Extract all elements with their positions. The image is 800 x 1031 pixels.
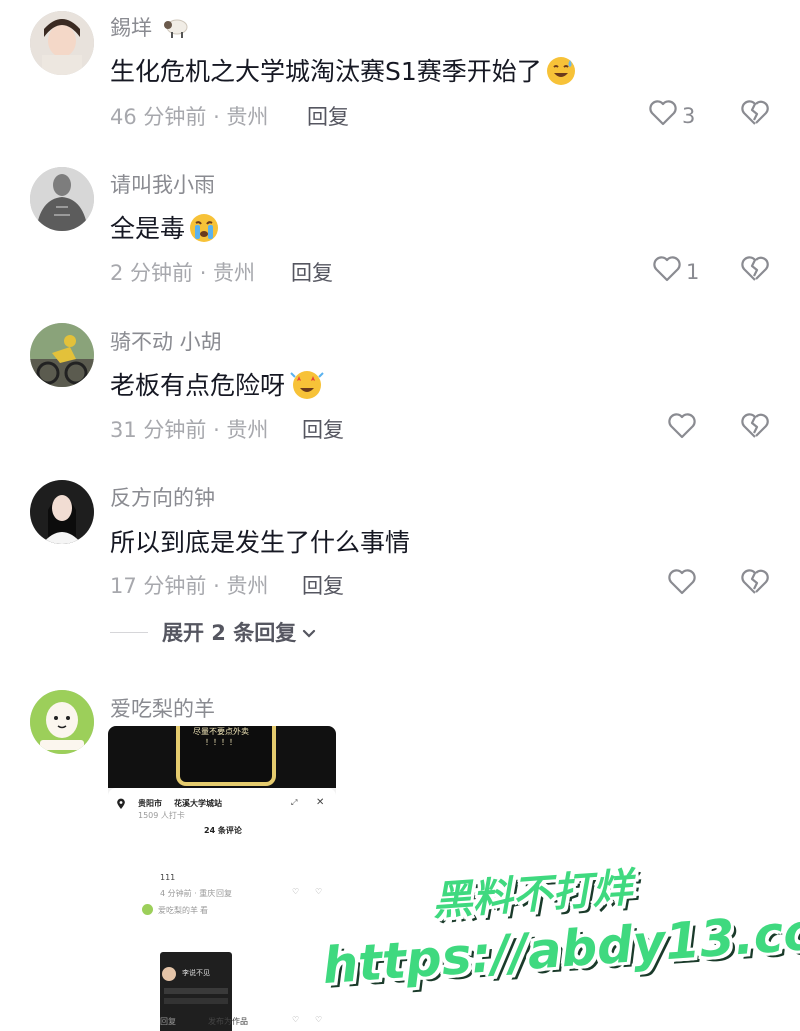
dislike-button[interactable] bbox=[740, 100, 770, 130]
comment-text: 所以到底是发生了什么事情 bbox=[110, 528, 411, 557]
comment-image[interactable]: 尽量不要点外卖 ！！！！ 贵阳市 花溪大学城站 1509 人打卡 ⤢ ✕ 24 … bbox=[108, 726, 336, 1031]
avatar[interactable] bbox=[30, 323, 94, 387]
avatar[interactable] bbox=[30, 11, 94, 75]
heart-icon bbox=[648, 100, 678, 131]
watermark-title: 黑料不打烊 bbox=[430, 865, 634, 925]
broken-heart-icon: ♡ bbox=[315, 1015, 323, 1024]
star-struck-icon bbox=[289, 367, 325, 403]
avatar[interactable] bbox=[30, 690, 94, 754]
comment-username[interactable]: 反方向的钟 bbox=[110, 482, 215, 512]
crying-icon bbox=[189, 213, 219, 243]
comment-meta: 2 分钟前 · 贵州 bbox=[110, 261, 256, 285]
comments-count: 24 条评论 bbox=[204, 826, 242, 835]
heart-icon bbox=[667, 413, 697, 444]
broken-heart-icon bbox=[740, 100, 770, 130]
comment-meta: 31 分钟前 · 贵州 bbox=[110, 418, 269, 442]
reply-button[interactable]: 回复 bbox=[307, 101, 349, 131]
reply-meta: 4 分钟前 · 重庆 bbox=[160, 889, 216, 898]
avatar[interactable] bbox=[30, 167, 94, 231]
location-place: 花溪大学城站 bbox=[174, 799, 222, 808]
expand-replies-button[interactable]: 展开 2 条回复 bbox=[110, 617, 316, 647]
comment-username[interactable]: 骑不动 小胡 bbox=[110, 326, 222, 356]
like-button[interactable] bbox=[667, 569, 701, 600]
expand-icon[interactable]: ⤢ bbox=[291, 798, 297, 808]
reply-button[interactable]: 回复 bbox=[291, 257, 333, 287]
reply-button[interactable]: 回复 bbox=[302, 570, 344, 600]
chevron-down-icon bbox=[302, 620, 316, 644]
comment-username[interactable]: 錫垟 bbox=[110, 12, 189, 42]
heart-icon: ♡ bbox=[292, 1015, 300, 1024]
dislike-button[interactable] bbox=[740, 569, 770, 599]
broken-heart-icon bbox=[740, 569, 770, 599]
close-icon[interactable]: ✕ bbox=[316, 797, 324, 808]
like-count: 3 bbox=[682, 103, 696, 128]
broken-heart-icon: ♡ bbox=[315, 887, 323, 896]
dislike-button[interactable] bbox=[740, 413, 770, 443]
location-city: 贵阳市 bbox=[138, 799, 162, 808]
avatar[interactable] bbox=[30, 480, 94, 544]
like-count: 1 bbox=[686, 259, 700, 284]
location-icon bbox=[116, 798, 126, 812]
avatar bbox=[142, 904, 153, 917]
divider bbox=[110, 631, 148, 633]
expand-replies-label: 展开 2 条回复 bbox=[162, 621, 297, 645]
footer-publish: 发布为作品 bbox=[208, 1017, 248, 1026]
sweat-smile-icon bbox=[546, 56, 576, 86]
comment-meta: 17 分钟前 · 贵州 bbox=[110, 574, 269, 598]
broken-heart-icon bbox=[740, 413, 770, 443]
nested-tag: 看 bbox=[200, 906, 208, 915]
comment-panel-screenshot: 贵阳市 花溪大学城站 1509 人打卡 ⤢ ✕ 24 条评论 111 4 分钟前… bbox=[108, 788, 336, 1031]
video-caption: 尽量不要点外卖 ！！！！ bbox=[193, 727, 249, 747]
checkins: 1509 人打卡 bbox=[138, 811, 185, 820]
like-button[interactable]: 1 bbox=[652, 256, 699, 287]
heart-icon: ♡ bbox=[292, 887, 300, 896]
comment-username[interactable]: 请叫我小雨 bbox=[110, 169, 215, 199]
reply-text: 111 bbox=[160, 873, 176, 882]
reply-button: 回复 bbox=[216, 889, 232, 898]
nested-username: 爱吃梨的羊 bbox=[158, 906, 198, 915]
like-button[interactable]: 3 bbox=[648, 100, 695, 131]
footer-reply: 回复 bbox=[160, 1017, 176, 1026]
nested-card-title: 李说不见 bbox=[182, 969, 210, 977]
broken-heart-icon bbox=[740, 256, 770, 286]
comment-text: 老板有点危险呀 bbox=[110, 366, 325, 403]
comment-text: 生化危机之大学城淘汰赛S1赛季开始了 bbox=[110, 52, 576, 88]
comment-text: 全是毒 bbox=[110, 209, 219, 245]
heart-icon bbox=[652, 256, 682, 287]
video-preview: 尽量不要点外卖 ！！！！ bbox=[108, 726, 336, 788]
reply-button[interactable]: 回复 bbox=[302, 414, 344, 444]
dislike-button[interactable] bbox=[740, 256, 770, 286]
comment-meta: 46 分钟前 · 贵州 bbox=[110, 105, 269, 129]
like-button[interactable] bbox=[667, 413, 701, 444]
heart-icon bbox=[667, 569, 697, 600]
comment-username[interactable]: 爱吃梨的羊 bbox=[110, 693, 215, 723]
sheep-icon bbox=[163, 14, 189, 40]
